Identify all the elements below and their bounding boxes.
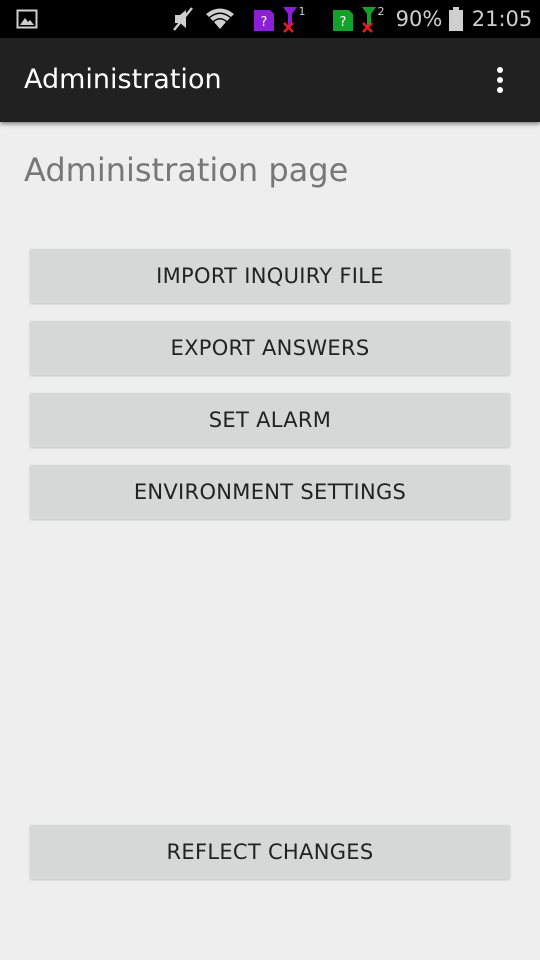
status-bar: ? 1 ? 2 90% 21:05 [0,0,540,38]
svg-text:2: 2 [378,5,385,18]
page-title: Administration page [24,151,349,189]
sim2-card-icon: ? [332,0,354,38]
overflow-dot [497,87,503,93]
environment-settings-button[interactable]: ENVIRONMENT SETTINGS [30,465,510,519]
more-vert-icon[interactable] [480,60,520,100]
import-inquiry-file-button[interactable]: IMPORT INQUIRY FILE [30,249,510,303]
svg-text:1: 1 [299,5,306,18]
battery-icon [446,0,466,38]
reflect-changes-button[interactable]: REFLECT CHANGES [30,825,510,879]
app-bar: Administration [0,38,540,122]
image-icon [14,0,40,38]
signal1-icon: 1 [280,0,308,38]
svg-text:?: ? [261,15,268,30]
svg-text:?: ? [340,15,347,30]
overflow-dot [497,67,503,73]
sim1-card-icon: ? [253,0,275,38]
mute-icon [170,0,196,38]
wifi-icon [204,0,236,38]
signal2-icon: 2 [359,0,387,38]
set-alarm-button[interactable]: SET ALARM [30,393,510,447]
battery-percent: 90% [395,7,443,31]
app-title: Administration [24,64,222,95]
export-answers-button[interactable]: EXPORT ANSWERS [30,321,510,375]
overflow-dot [497,77,503,83]
status-time: 21:05 [471,7,533,31]
